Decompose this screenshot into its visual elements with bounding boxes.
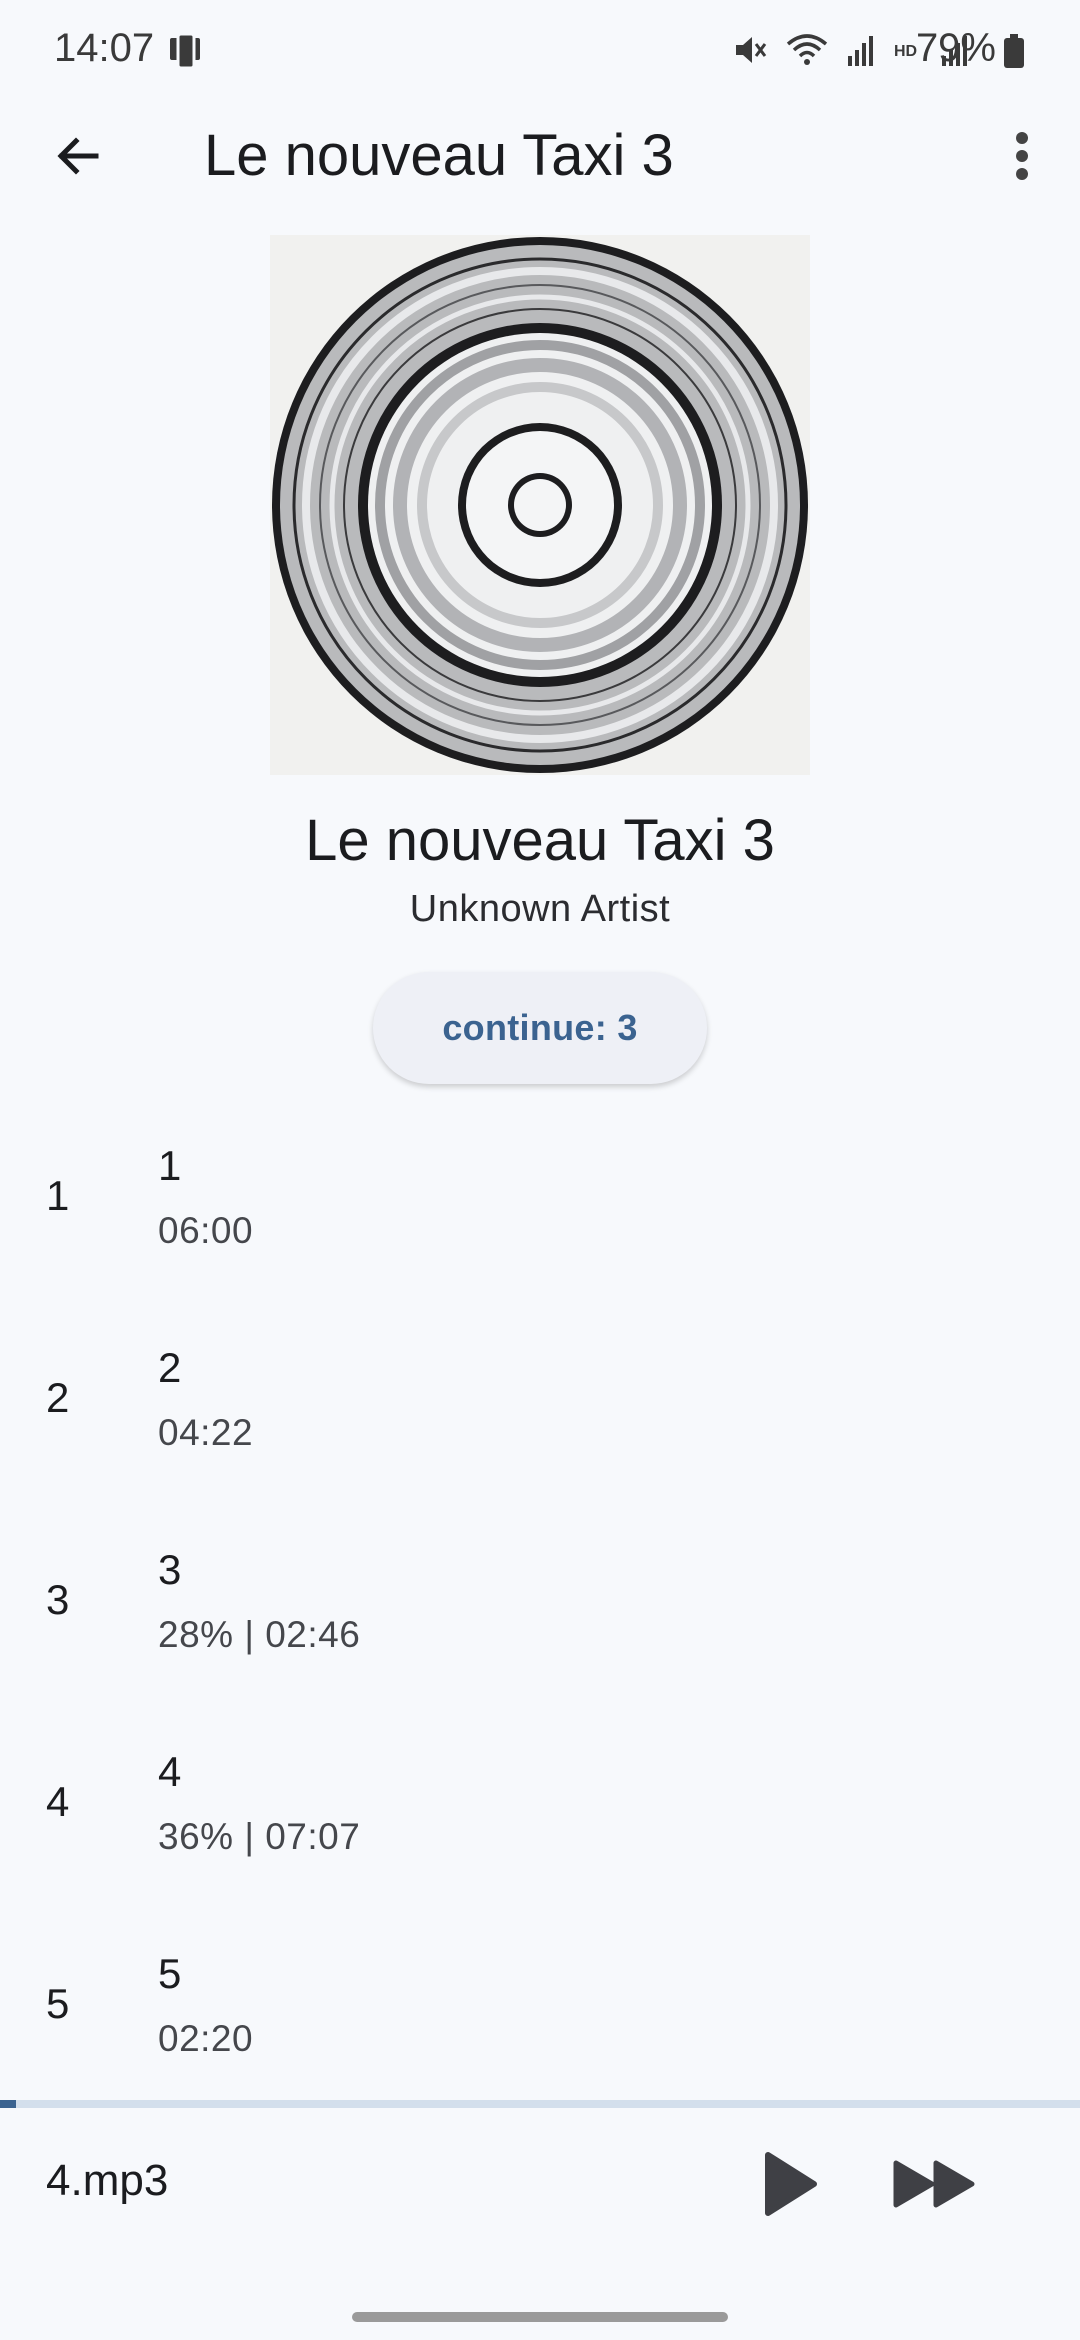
svg-text:HD: HD (894, 43, 917, 60)
fast-forward-icon (893, 2160, 975, 2208)
track-progress-duration: 36% | 07:07 (158, 1816, 361, 1857)
track-title: 2 (158, 1344, 182, 1391)
track-title: 3 (158, 1546, 182, 1593)
track-number: 5 (46, 1980, 70, 2027)
track-item[interactable]: 4 4 36% | 07:07 (0, 1726, 1080, 1928)
now-playing-title: 4.mp3 (46, 2156, 169, 2205)
track-progress-duration: 28% | 02:46 (158, 1614, 361, 1655)
signal-icon (848, 36, 873, 66)
track-item[interactable]: 2 2 04:22 (0, 1322, 1080, 1524)
wifi-icon (786, 34, 828, 65)
playback-progress-fill (0, 2100, 17, 2108)
continue-button[interactable]: continue: 3 (373, 972, 707, 1084)
playback-progress-bar[interactable] (0, 2100, 1080, 2108)
track-title: 4 (158, 1748, 182, 1795)
status-time: 14:07 (54, 26, 155, 70)
app-bar: Le nouveau Taxi 3 (0, 100, 1080, 212)
fast-forward-button[interactable] (880, 2134, 990, 2234)
track-title: 1 (158, 1142, 182, 1189)
track-duration: 04:22 (158, 1412, 254, 1453)
status-bar: 14:07 HD 79% (0, 0, 1080, 100)
arrow-back-icon (57, 137, 99, 175)
mute-icon (736, 37, 767, 63)
track-duration: 02:20 (158, 2018, 254, 2059)
mini-player[interactable]: 4.mp3 (0, 2108, 1080, 2258)
more-options-button[interactable] (984, 118, 1060, 194)
play-button[interactable] (740, 2134, 840, 2234)
track-duration: 06:00 (158, 1210, 254, 1251)
album-artist: Unknown Artist (409, 888, 671, 930)
vinyl-record-cover (270, 235, 810, 775)
track-item[interactable]: 3 3 28% | 02:46 (0, 1524, 1080, 1726)
track-number: 2 (46, 1374, 70, 1421)
play-icon (765, 2152, 817, 2216)
album-title: Le nouveau Taxi 3 (305, 808, 775, 873)
more-vert-icon (1016, 132, 1028, 180)
phone-cast-icon (170, 32, 200, 70)
album-cover (270, 235, 810, 775)
battery-icon (1004, 34, 1024, 68)
home-indicator[interactable] (352, 2312, 728, 2322)
page-title: Le nouveau Taxi 3 (204, 123, 674, 188)
track-number: 1 (46, 1172, 70, 1219)
track-number: 3 (46, 1576, 70, 1623)
track-item[interactable]: 1 1 06:00 (0, 1120, 1080, 1322)
track-title: 5 (158, 1950, 182, 1997)
track-number: 4 (46, 1778, 70, 1825)
back-button[interactable] (40, 118, 116, 194)
battery-percentage: 79% (915, 26, 996, 70)
